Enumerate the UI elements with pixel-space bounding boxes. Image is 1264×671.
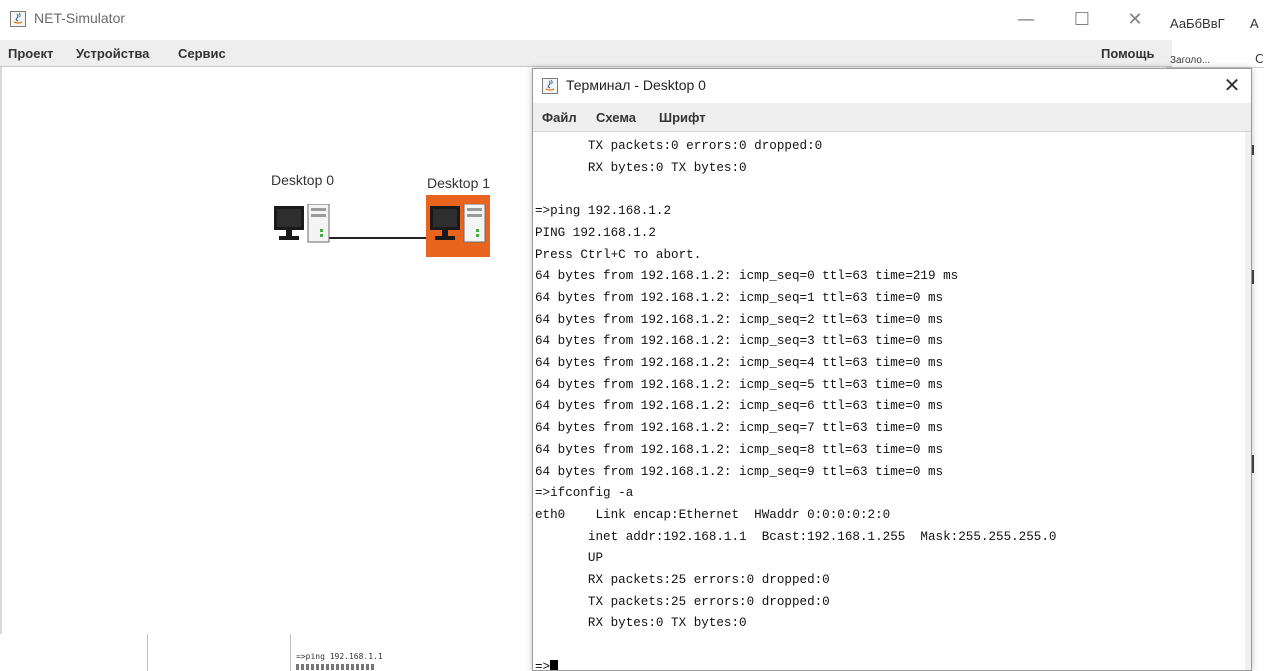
- device-label-desktop-0: Desktop 0: [271, 172, 335, 188]
- style-preview-next[interactable]: А: [1250, 16, 1259, 31]
- terminal-line: 64 bytes from 192.168.1.2: icmp_seq=7 tt…: [535, 421, 944, 436]
- main-titlebar: NET-Simulator — ☐ ✕: [0, 0, 1172, 40]
- terminal-line: inet addr:192.168.1.1 Bcast:192.168.1.25…: [535, 529, 1057, 544]
- style-preview-normal[interactable]: АаБбВвГ: [1170, 16, 1225, 31]
- menu-help[interactable]: Помощь: [1101, 46, 1154, 61]
- terminal-line: 64 bytes from 192.168.1.2: icmp_seq=8 tt…: [535, 442, 944, 457]
- window-title: NET-Simulator: [34, 10, 126, 26]
- terminal-menu-scheme[interactable]: Схема: [596, 110, 636, 125]
- terminal-line: 64 bytes from 192.168.1.2: icmp_seq=0 tt…: [535, 269, 959, 284]
- desktop-computer-icon[interactable]: [429, 204, 489, 248]
- terminal-line: Press Ctrl+C то abort.: [535, 247, 702, 262]
- terminal-line: TX packets:25 errors:0 dropped:0: [535, 594, 830, 609]
- desktop-computer-icon[interactable]: [273, 204, 333, 248]
- java-app-icon: [542, 78, 558, 94]
- terminal-line: =>ifconfig -a: [535, 486, 634, 501]
- terminal-line: RX bytes:0 TX bytes:0: [535, 616, 747, 631]
- main-menubar: Проект Устройства Сервис Помощь: [0, 40, 1172, 67]
- divider: [290, 634, 291, 671]
- style-heading-label[interactable]: Заголо...: [1170, 55, 1210, 66]
- terminal-line: 64 bytes from 192.168.1.2: icmp_seq=6 tt…: [535, 399, 944, 414]
- maximize-button[interactable]: ☐: [1064, 6, 1100, 34]
- terminal-titlebar: Терминал - Desktop 0 ✕: [533, 69, 1251, 103]
- divider: [147, 634, 148, 671]
- terminal-title: Терминал - Desktop 0: [566, 77, 706, 93]
- background-terminal-text-fragment: [296, 664, 376, 670]
- terminal-line: RX packets:25 errors:0 dropped:0: [535, 573, 830, 587]
- terminal-line: 64 bytes from 192.168.1.2: icmp_seq=9 tt…: [535, 464, 944, 479]
- terminal-line: =>: [535, 659, 551, 670]
- terminal-line: UP: [535, 551, 604, 566]
- terminal-line: eth0 Link encap:Ethernet HWaddr 0:0:0:0:…: [535, 507, 891, 522]
- terminal-menu-font[interactable]: Шрифт: [659, 110, 706, 125]
- terminal-close-button[interactable]: ✕: [1219, 72, 1245, 98]
- terminal-line: 64 bytes from 192.168.1.2: icmp_seq=2 tt…: [535, 312, 944, 327]
- terminal-menubar: Файл Схема Шрифт: [533, 103, 1251, 132]
- style-preview-partial[interactable]: С: [1255, 52, 1263, 66]
- terminal-line: 64 bytes from 192.168.1.2: icmp_seq=4 tt…: [535, 356, 944, 370]
- terminal-menu-file[interactable]: Файл: [542, 110, 577, 125]
- terminal-output[interactable]: TX packets:0 errors:0 dropped:0 RX bytes…: [533, 132, 1245, 670]
- terminal-line: 64 bytes from 192.168.1.2: icmp_seq=1 tt…: [535, 290, 944, 305]
- terminal-line: RX bytes:0 TX bytes:0: [535, 160, 747, 175]
- background-terminal-text: =>ping 192.168.1.1: [296, 652, 383, 661]
- background-window-strip: [0, 634, 532, 671]
- menu-project[interactable]: Проект: [8, 46, 53, 61]
- menu-devices[interactable]: Устройства: [76, 46, 149, 61]
- terminal-line: TX packets:0 errors:0 dropped:0: [535, 139, 823, 153]
- terminal-window: Терминал - Desktop 0 ✕ Файл Схема Шрифт …: [532, 68, 1252, 671]
- terminal-line: =>ping 192.168.1.2: [535, 204, 672, 219]
- menu-service[interactable]: Сервис: [178, 46, 226, 61]
- close-button[interactable]: ✕: [1117, 6, 1153, 34]
- terminal-line: 64 bytes from 192.168.1.2: icmp_seq=5 tt…: [535, 377, 944, 392]
- terminal-cursor: [550, 660, 558, 670]
- device-label-desktop-1: Desktop 1: [427, 175, 491, 191]
- java-app-icon: [10, 11, 26, 27]
- terminal-line: 64 bytes from 192.168.1.2: icmp_seq=3 tt…: [535, 334, 944, 349]
- terminal-line: PING 192.168.1.2: [535, 225, 656, 240]
- minimize-button[interactable]: —: [1008, 6, 1044, 34]
- terminal-scrollbar[interactable]: [1245, 132, 1251, 670]
